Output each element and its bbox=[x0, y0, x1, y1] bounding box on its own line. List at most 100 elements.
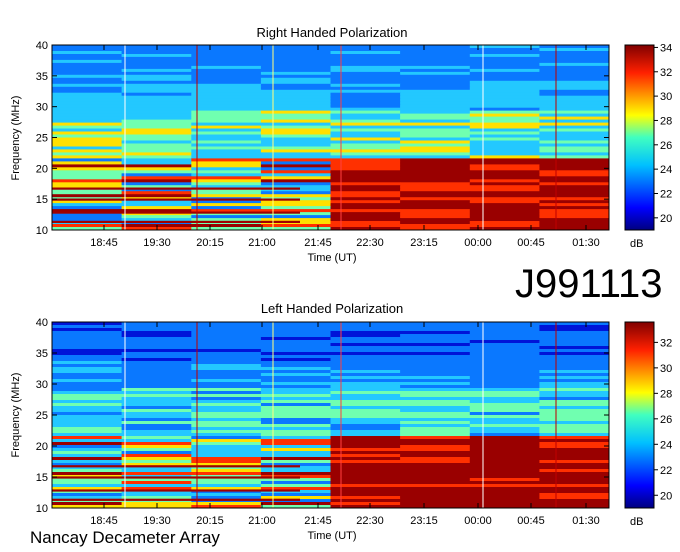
spectrum-cell bbox=[52, 373, 123, 377]
spectrum-cell bbox=[400, 221, 471, 225]
spectrum-cell bbox=[469, 110, 540, 114]
spectrum-cell bbox=[539, 158, 610, 162]
spectrum-cell bbox=[400, 439, 471, 443]
spectrum-cell bbox=[400, 376, 471, 380]
spectrum-cell bbox=[539, 400, 610, 404]
spectrum-cell bbox=[469, 98, 540, 103]
spectrum-cell bbox=[539, 337, 610, 341]
spectrum-cell bbox=[400, 412, 471, 416]
spectrum-cell bbox=[400, 59, 471, 64]
spectrum-cell bbox=[121, 493, 192, 497]
spectrum-cell bbox=[539, 472, 610, 476]
spectrum-cell bbox=[260, 59, 331, 64]
colorbar-unit: dB bbox=[630, 516, 643, 528]
spectrum-cell bbox=[469, 442, 540, 446]
colorbar-tick-label: 28 bbox=[660, 115, 672, 127]
spectrum-cell bbox=[52, 125, 123, 129]
spectrum-cell bbox=[469, 200, 540, 204]
spectrum-cell bbox=[121, 149, 192, 153]
spectrum-cell bbox=[539, 206, 610, 210]
spectrum-cell bbox=[400, 445, 471, 449]
spectrum-cell bbox=[469, 427, 540, 431]
spectrum-cell bbox=[539, 460, 610, 464]
spectrum-cell bbox=[52, 170, 123, 174]
spectrum-cell bbox=[121, 131, 192, 135]
spectrum-cell bbox=[469, 469, 540, 473]
spectrum-cell bbox=[121, 349, 192, 353]
spectrum-cell bbox=[539, 107, 610, 112]
spectrum-cell bbox=[469, 194, 540, 198]
spectrum-cell bbox=[52, 149, 123, 153]
spectrum-cell bbox=[121, 472, 192, 476]
spectrum-cell bbox=[539, 89, 610, 94]
spectrum-cell bbox=[260, 77, 331, 82]
spectrum-cell bbox=[400, 397, 471, 401]
spectrum-cell bbox=[191, 406, 262, 410]
spectrum-cell bbox=[260, 406, 331, 410]
spectrum-cell bbox=[52, 116, 123, 120]
spectrum-cell bbox=[539, 221, 610, 225]
spectrum-cell bbox=[260, 433, 331, 437]
spectrum-cell bbox=[469, 149, 540, 153]
y-tick-label: 20 bbox=[36, 441, 48, 453]
spectrum-cell bbox=[539, 328, 610, 332]
spectrum-cell bbox=[539, 502, 610, 506]
spectrum-cell bbox=[539, 74, 610, 79]
spectrum-cell bbox=[469, 59, 540, 64]
spectrum-cell bbox=[52, 376, 123, 380]
spectrum-cell bbox=[539, 385, 610, 389]
spectrum-cell bbox=[121, 331, 192, 335]
spectrum-cell bbox=[191, 143, 262, 147]
spectrum-cell bbox=[539, 54, 610, 58]
spectrum-cell bbox=[539, 379, 610, 383]
spectrum-cell bbox=[539, 409, 610, 413]
spectrum-cell bbox=[52, 460, 123, 464]
spectrum-cell bbox=[400, 379, 471, 383]
spectrum-cell bbox=[121, 71, 192, 76]
y-tick-label: 30 bbox=[36, 102, 48, 114]
spectrum-cell bbox=[260, 472, 331, 476]
x-tick-label: 23:15 bbox=[410, 237, 438, 249]
spectrum-cell bbox=[260, 164, 331, 168]
spectrum-cell bbox=[400, 466, 471, 470]
spectrum-cell bbox=[539, 164, 610, 168]
spectrum-cell bbox=[469, 439, 540, 443]
spectrum-cell bbox=[121, 424, 192, 428]
spectrum-cell bbox=[52, 364, 123, 368]
spectrum-cell bbox=[469, 472, 540, 476]
spectrum-cell bbox=[260, 152, 331, 156]
spectrum-cell bbox=[469, 463, 540, 467]
spectrum-cell bbox=[469, 212, 540, 216]
spectrum-cell bbox=[52, 140, 123, 144]
spectrum-cell bbox=[469, 176, 540, 180]
spectrum-cell bbox=[539, 119, 610, 123]
spectrum-cell bbox=[52, 101, 123, 106]
spectrum-cell bbox=[191, 415, 262, 419]
spectrum-cell bbox=[191, 451, 262, 455]
panel-title: Right Handed Polarization bbox=[256, 25, 407, 40]
spectrum-cell bbox=[260, 439, 331, 443]
spectrum-cell bbox=[539, 143, 610, 147]
colorbar-ticks: 20 22 24 26 28 30 32 34 bbox=[654, 42, 672, 225]
spectrum-cell bbox=[52, 472, 123, 476]
x-tick-label: 00:45 bbox=[517, 515, 545, 527]
spectrum-cell bbox=[539, 95, 610, 100]
spectrum-cell bbox=[52, 451, 123, 455]
colorbar-tick-label: 24 bbox=[660, 439, 672, 451]
spectrum-cell bbox=[469, 92, 540, 97]
spectrum-cell bbox=[469, 418, 540, 422]
spectrum-cell bbox=[539, 478, 610, 482]
spectrum-cell bbox=[52, 370, 123, 374]
spectrum-cell bbox=[260, 155, 331, 159]
spectrum-cell bbox=[52, 436, 123, 440]
x-tick-label: 00:00 bbox=[464, 515, 492, 527]
spectrum-cell bbox=[539, 86, 610, 91]
spectrum-cell bbox=[121, 460, 192, 464]
spectrum-cell bbox=[400, 472, 471, 476]
spectrum-cell bbox=[121, 397, 192, 401]
spectrum-cell bbox=[260, 45, 331, 49]
spectrum-cell bbox=[52, 152, 123, 156]
spectrum-cell bbox=[539, 203, 610, 207]
spectrum-cell bbox=[52, 179, 123, 183]
spectrum-cell bbox=[52, 110, 123, 114]
